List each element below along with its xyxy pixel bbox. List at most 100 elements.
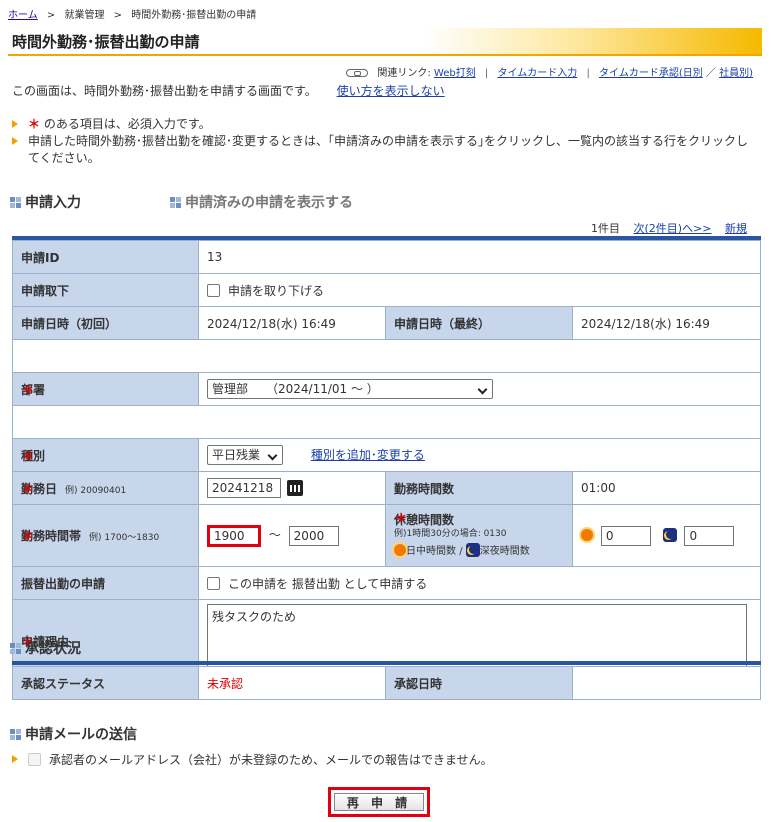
section-approval-status-label: 承認状況 — [25, 641, 81, 657]
value-work-hours: 01:00 — [572, 471, 761, 505]
work-date-input[interactable]: 20241218 — [207, 478, 281, 498]
related-label: 関連リンク: — [377, 68, 431, 79]
withdraw-checkbox-label: 申請を取り下げる — [228, 283, 325, 298]
mail-note: 承認者のメールアドレス（会社）が未登録のため、メールでの報告はできません。 — [12, 751, 493, 768]
row-substitute: 振替出勤の申請 この申請を 振替出勤 として申請する — [12, 566, 761, 600]
label-apply-datetime-last: 申請日時（最終） — [385, 306, 573, 340]
mail-send-checkbox[interactable] — [28, 753, 41, 766]
related-links: 関連リンク: Web打刻 | タイムカード入力 | タイムカード承認(日別 ／ … — [346, 64, 753, 79]
pager-next-link[interactable]: 次(2件目)へ>> — [633, 222, 711, 235]
breadcrumb-home-link[interactable]: ホーム — [8, 10, 38, 21]
tab-show-applied-label: 申請済みの申請を表示する — [185, 195, 353, 211]
value-apply-datetime-last: 2024/12/18(水) 16:49 — [572, 306, 761, 340]
moon-icon — [465, 542, 480, 557]
label-application-id: 申請ID — [12, 240, 199, 274]
type-select[interactable]: 平日残業 — [207, 445, 284, 465]
section-square-icon — [10, 729, 21, 740]
label-apply-datetime-first: 申請日時（初回） — [12, 306, 199, 340]
mail-note-text: 承認者のメールアドレス（会社）が未登録のため、メールでの報告はできません。 — [49, 753, 493, 767]
calendar-icon[interactable] — [287, 480, 303, 496]
section-approval-status: 承認状況 — [10, 638, 81, 658]
approval-table: 承認ステータス 未承認 承認日時 — [12, 666, 761, 700]
resubmit-button[interactable]: 再 申 請 — [334, 793, 424, 811]
row-application-id: 申請ID 13 — [12, 240, 761, 274]
value-apply-datetime-first: 2024/12/18(水) 16:49 — [198, 306, 386, 340]
application-form: 申請ID 13 申請取下 申請を取り下げる 申請日時（初回） 2024/12/1… — [12, 240, 761, 683]
note-required: ＊ のある項目は、必須入力です。 — [12, 116, 752, 133]
required-star: ＊ — [28, 117, 41, 131]
note-confirm: 申請した時間外勤務･振替出勤を確認･変更するときは、｢申請済みの申請を表示する｣… — [12, 133, 752, 167]
substitute-checkbox[interactable] — [207, 576, 220, 590]
orange-triangle-icon — [12, 137, 18, 145]
intro-text: この画面は、時間外勤務･振替出勤を申請する画面です。 — [12, 84, 317, 98]
required-star: ＊ — [22, 481, 35, 496]
value-approval-status: 未承認 — [198, 666, 386, 700]
break-night-legend: 深夜時間数 — [479, 545, 530, 557]
sun-icon — [394, 543, 406, 556]
type-edit-link[interactable]: 種別を追加･変更する — [311, 448, 425, 462]
break-day-legend: 日中時間数 — [406, 545, 456, 557]
pager-new-link[interactable]: 新規 — [725, 222, 747, 235]
related-link-web-punch[interactable]: Web打刻 — [434, 68, 476, 79]
moon-icon — [662, 528, 677, 542]
sun-icon — [581, 529, 593, 541]
label-withdraw: 申請取下 — [12, 273, 199, 307]
break-hours-example: 例)1時間30分の場合: 0130 — [394, 528, 507, 539]
section-square-icon — [10, 643, 21, 654]
tab-show-applied[interactable]: 申請済みの申請を表示する — [170, 192, 353, 212]
intro: この画面は、時間外勤務･振替出勤を申請する画面です。 使い方を表示しない — [12, 82, 445, 99]
section-divider — [12, 661, 761, 665]
breadcrumb-sep: > — [113, 10, 123, 21]
break-legend: 日中時間数 / 深夜時間数 — [394, 542, 564, 559]
note-confirm-text: 申請した時間外勤務･振替出勤を確認･変更するときは、｢申請済みの申請を表示する｣… — [28, 134, 749, 165]
breadcrumb: ホーム > 就業管理 > 時間外勤務･振替出勤の申請 — [8, 6, 256, 21]
page-title: 時間外勤務･振替出勤の申請 — [12, 33, 200, 51]
break-night-input[interactable]: 0 — [684, 525, 735, 546]
required-star: ＊ — [22, 448, 35, 463]
pager-count: 1件目 — [590, 222, 620, 235]
title-bar: 時間外勤務･振替出勤の申請 — [8, 28, 762, 56]
orange-triangle-icon — [12, 120, 18, 128]
section-square-icon — [10, 197, 21, 208]
related-link-timecard-approval-daily[interactable]: タイムカード承認(日別 — [599, 68, 703, 79]
row-apply-datetime: 申請日時（初回） 2024/12/18(水) 16:49 申請日時（最終） 20… — [12, 306, 761, 340]
section-mail-send-label: 申請メールの送信 — [25, 727, 137, 743]
department-select[interactable]: 管理部 （2024/11/01 ～ ） — [207, 379, 493, 399]
pager: 1件目 次(2件目)へ>> 新規 — [581, 220, 747, 236]
row-work-date: ＊勤務日 例) 20090401 20241218 勤務時間数 01:00 — [12, 471, 761, 505]
row-withdraw: 申請取下 申請を取り下げる — [12, 273, 761, 307]
required-star: ＊ — [22, 382, 35, 397]
work-date-example: 例) 20090401 — [65, 485, 127, 496]
break-legend-slash: / — [459, 545, 463, 557]
row-department: ＊部署 管理部 （2024/11/01 ～ ） — [12, 372, 761, 406]
related-link-timecard-input[interactable]: タイムカード入力 — [497, 68, 577, 79]
row-type: ＊種別 平日残業 種別を追加･変更する — [12, 438, 761, 472]
resubmit-highlight: 再 申 請 — [328, 787, 430, 817]
note-required-text: のある項目は、必須入力です。 — [43, 117, 211, 131]
section-apply-input-label: 申請入力 — [25, 195, 81, 211]
withdraw-checkbox[interactable] — [207, 283, 220, 297]
section-apply-input: 申請入力 — [10, 192, 81, 212]
orange-triangle-icon — [12, 755, 18, 763]
howto-toggle-link[interactable]: 使い方を表示しない — [337, 84, 445, 98]
label-approval-status: 承認ステータス — [12, 666, 199, 700]
work-time-tilde: ～ — [268, 528, 281, 542]
label-approval-date: 承認日時 — [385, 666, 573, 700]
required-star: ＊ — [22, 529, 35, 543]
related-slash: ／ — [705, 68, 716, 79]
work-time-to-input[interactable]: 2000 — [288, 525, 339, 546]
row-approval: 承認ステータス 未承認 承認日時 — [12, 666, 761, 700]
notes: ＊ のある項目は、必須入力です。 申請した時間外勤務･振替出勤を確認･変更すると… — [12, 116, 752, 167]
link-chain-icon — [346, 69, 369, 77]
label-substitute: 振替出勤の申請 — [12, 566, 199, 600]
substitute-checkbox-label: この申請を 振替出勤 として申請する — [228, 576, 428, 591]
breadcrumb-sep: > — [46, 10, 56, 21]
required-star: ＊ — [395, 511, 408, 525]
work-time-range-example: 例) 1700～1830 — [89, 533, 160, 543]
breadcrumb-current: 時間外勤務･振替出勤の申請 — [131, 10, 257, 21]
label-work-hours: 勤務時間数 — [385, 471, 573, 505]
related-link-timecard-approval-employee[interactable]: 社員別) — [719, 68, 753, 79]
work-time-from-input[interactable]: 1900 — [207, 524, 261, 547]
section-mail-send: 申請メールの送信 — [10, 724, 137, 744]
break-day-input[interactable]: 0 — [600, 525, 651, 546]
